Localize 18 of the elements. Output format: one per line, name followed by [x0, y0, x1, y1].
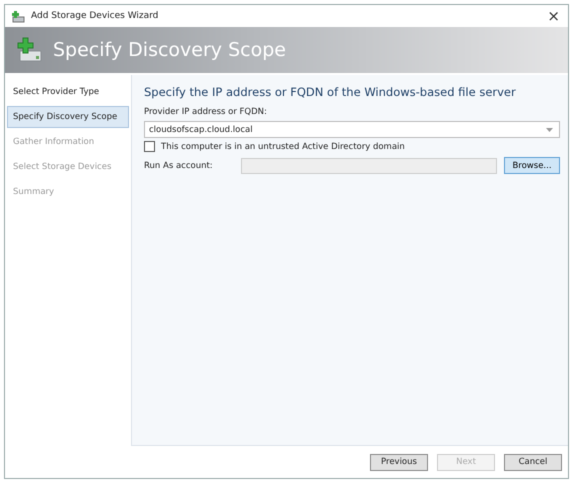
provider-combo-box[interactable]: cloudsofscap.cloud.local: [144, 121, 560, 138]
field-label: Provider IP address or FQDN:: [144, 107, 268, 117]
window-title: Add Storage Devices Wizard: [31, 11, 160, 21]
storage-add-icon: [17, 37, 43, 63]
checkbox-label: This computer is in an untrusted Active Directory domain: [161, 142, 405, 152]
close-button[interactable]: ×: [539, 7, 568, 25]
field-label: Run As account:: [144, 160, 214, 170]
page-title: Specify Discovery Scope: [53, 39, 286, 61]
wizard-step[interactable]: Select Provider Type: [7, 81, 129, 103]
wizard-step[interactable]: Specify Discovery Scope: [7, 106, 129, 128]
caret-icon: [546, 128, 553, 132]
dialog-button[interactable]: Cancel: [504, 454, 562, 470]
section-heading: Specify the IP address or FQDN of the Windows-based file server: [144, 85, 517, 99]
browse-button[interactable]: Browse...: [504, 157, 560, 174]
dialog-button[interactable]: Previous: [370, 454, 428, 470]
run-as-account-field[interactable]: [241, 158, 497, 174]
storage-add-icon: [11, 10, 25, 22]
checkbox[interactable]: [144, 141, 155, 152]
